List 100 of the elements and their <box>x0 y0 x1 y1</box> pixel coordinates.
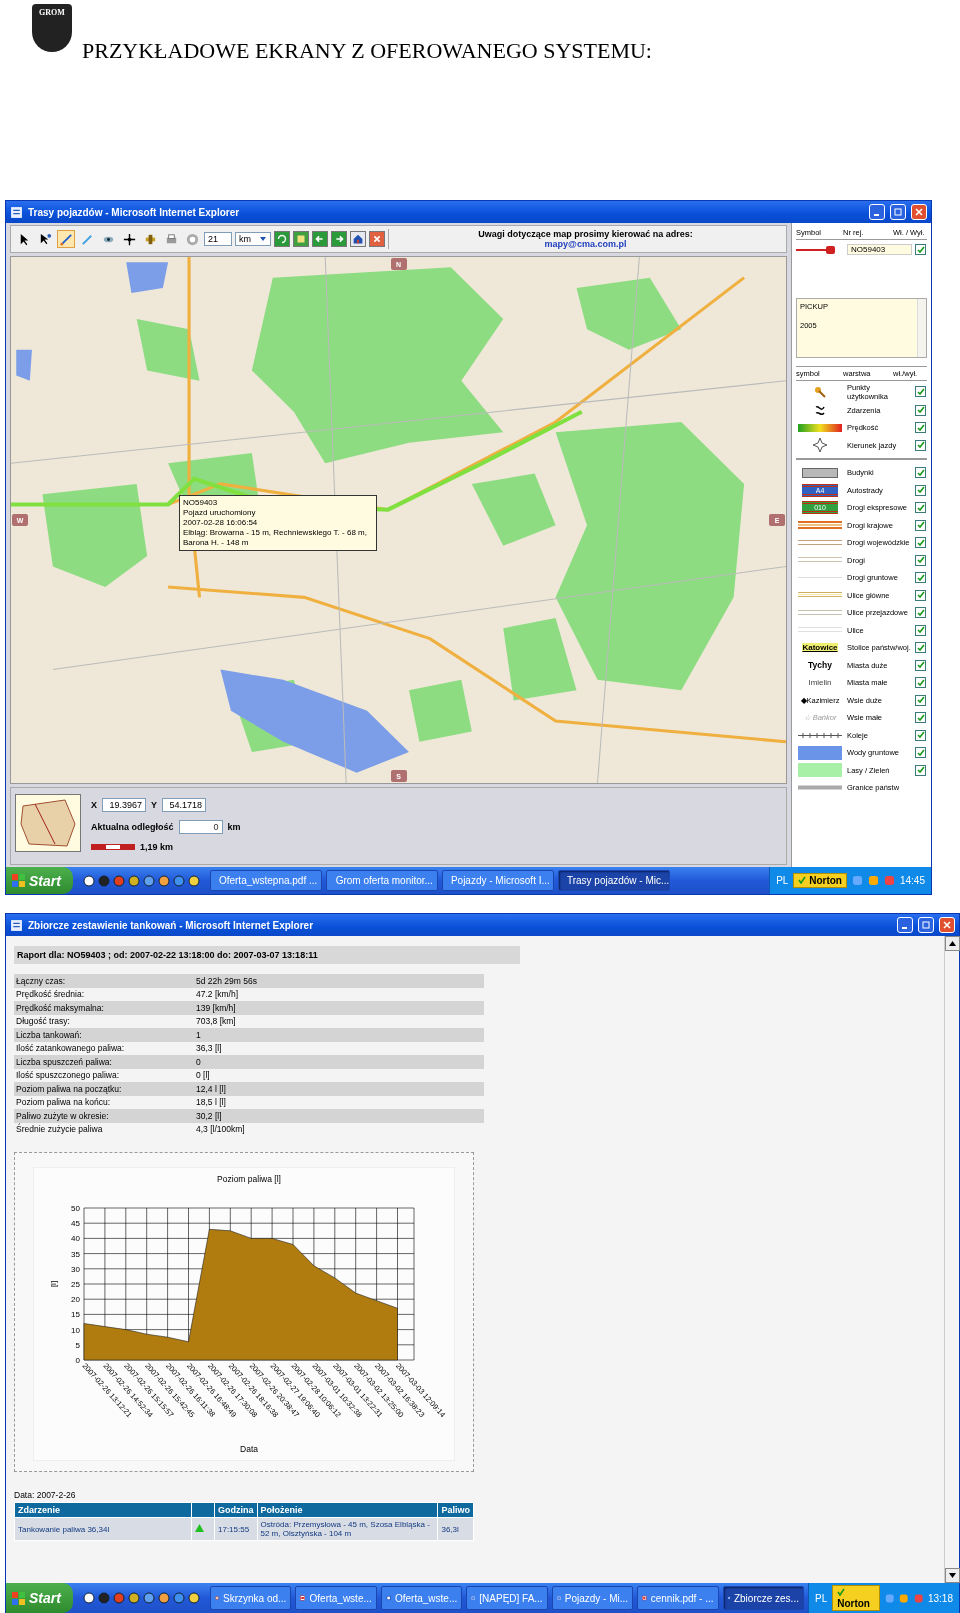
language-indicator[interactable]: PL <box>814 1592 828 1604</box>
compass-rose-icon <box>813 438 827 453</box>
clock: 14:45 <box>899 875 925 886</box>
checkbox[interactable] <box>915 659 926 671</box>
map-notice: Uwagi dotyczące map prosimy kierować na adres: <box>478 229 693 239</box>
y-tick-label: 50 <box>71 1204 80 1213</box>
start-button[interactable]: Start <box>6 1583 73 1613</box>
home-icon <box>351 232 365 246</box>
checkbox[interactable] <box>915 386 926 397</box>
y-coordinate-field[interactable]: 54.1718 <box>162 798 207 812</box>
maximize-button[interactable] <box>890 204 906 220</box>
checkbox[interactable] <box>915 422 926 434</box>
checkbox[interactable] <box>915 624 926 636</box>
forward-arrow-button[interactable] <box>331 231 347 247</box>
minimize-button[interactable] <box>897 917 913 933</box>
unit-dropdown[interactable]: km <box>235 232 271 246</box>
distance-field[interactable]: 0 <box>178 820 223 834</box>
language-indicator[interactable]: PL <box>776 875 789 886</box>
scale-bar-icon <box>91 844 135 850</box>
quick-launch-icon[interactable] <box>187 874 200 887</box>
y-tick-label: 30 <box>71 1264 80 1274</box>
quick-launch-icon[interactable] <box>127 874 140 887</box>
event-icon <box>814 404 826 417</box>
checkbox[interactable] <box>915 467 926 479</box>
minimap-drawing[interactable] <box>15 794 81 852</box>
taskbar-button[interactable]: Pojazdy - Microsoft I... <box>441 869 554 892</box>
checkbox[interactable] <box>915 747 926 759</box>
distance-input[interactable]: 21 <box>204 232 232 246</box>
quick-launch-icon[interactable] <box>187 1592 200 1604</box>
maximize-button[interactable] <box>918 917 934 933</box>
quick-launch-icon[interactable] <box>142 1592 155 1604</box>
x-coordinate-field[interactable]: 19.3967 <box>102 798 146 812</box>
quick-launch-icon[interactable] <box>157 874 170 887</box>
x-axis-label: Data <box>240 1444 258 1454</box>
table-cell: Tankowanie paliwa 36,34l <box>14 1517 192 1541</box>
checkbox[interactable] <box>915 712 926 724</box>
quick-launch-icon[interactable] <box>127 1592 140 1604</box>
stat-label: Średnie zużycie paliwa <box>16 1124 104 1135</box>
tooltip-text: 2007-02-28 16:06:54 <box>183 518 259 528</box>
disc-icon <box>184 231 200 247</box>
refresh-button[interactable] <box>274 231 290 247</box>
checkbox[interactable] <box>915 677 926 689</box>
stat-value: 47.2 [km/h] <box>196 989 240 1000</box>
taskbar-button[interactable]: Grom oferta monitor... <box>325 869 438 892</box>
close-button[interactable] <box>369 231 385 247</box>
antivirus-badge[interactable]: Norton <box>793 873 847 888</box>
scrollbar[interactable] <box>944 936 959 1583</box>
checkbox[interactable] <box>915 572 926 584</box>
scroll-down-button[interactable] <box>945 1568 960 1583</box>
column-header: Zdarzenie <box>14 1502 192 1518</box>
taskbar-button[interactable]: Oferta_wste... <box>380 1586 463 1610</box>
home-button[interactable] <box>350 231 366 247</box>
y-tick-label: 35 <box>71 1249 80 1259</box>
checkbox[interactable] <box>915 484 926 496</box>
email-link[interactable]: mapy@cma.com.pl <box>544 239 627 249</box>
taskbar-button[interactable]: Zbiorcze zes... <box>722 1586 804 1610</box>
checkbox[interactable] <box>915 404 926 416</box>
layers-button[interactable] <box>293 231 309 247</box>
checkbox[interactable] <box>915 537 926 549</box>
y-tick-label: 10 <box>71 1325 80 1335</box>
quick-launch-icon[interactable] <box>82 874 95 887</box>
taskbar-button[interactable]: [NAPĘD] FA... <box>466 1586 548 1610</box>
checkbox[interactable] <box>915 694 926 706</box>
scrollbar[interactable] <box>917 298 926 357</box>
checkbox[interactable] <box>915 519 926 531</box>
taskbar-button[interactable]: Pojazdy - Mi... <box>551 1586 634 1610</box>
taskbar-button[interactable]: cennik.pdf - ... <box>637 1586 719 1610</box>
speed-gradient-icon <box>798 423 842 432</box>
taskbar-button[interactable]: Trasy pojazdów - Mic... <box>557 869 670 892</box>
checkbox[interactable] <box>915 607 926 619</box>
checkbox[interactable] <box>915 554 926 566</box>
minimize-button[interactable] <box>869 204 885 220</box>
quick-launch-icon[interactable] <box>82 1592 95 1604</box>
back-arrow-button[interactable] <box>312 231 328 247</box>
checkbox[interactable] <box>915 439 926 451</box>
stat-label: Ilość zatankowanego paliwa: <box>16 1043 126 1054</box>
triangle-icon <box>195 1524 204 1532</box>
tooltip-text: NO59403 <box>183 498 219 508</box>
checkbox[interactable] <box>915 589 926 601</box>
checkbox[interactable] <box>915 764 926 776</box>
taskbar-button[interactable]: Oferta_wstepna.pdf ... <box>209 869 322 892</box>
quick-launch-icon[interactable] <box>157 1592 170 1604</box>
plate-field: NO59403 <box>847 244 912 256</box>
maximize-icon <box>922 921 930 929</box>
antivirus-badge[interactable]: Norton <box>832 1585 880 1611</box>
stat-value: 5d 22h 29m 56s <box>196 975 258 986</box>
checkbox[interactable] <box>915 729 926 741</box>
taskbar-button[interactable]: Oferta_wste... <box>295 1586 377 1610</box>
checkbox[interactable] <box>915 642 926 654</box>
road-line-icon <box>798 556 842 565</box>
scroll-up-button[interactable] <box>945 936 960 951</box>
checkbox[interactable] <box>915 502 926 514</box>
checkbox[interactable] <box>915 244 926 256</box>
ruler-tool-button[interactable] <box>57 230 75 248</box>
map-drawing[interactable] <box>11 257 786 783</box>
start-button[interactable]: Start <box>6 867 73 894</box>
stat-value: 0 <box>196 1056 202 1067</box>
windows-logo-icon <box>12 874 25 887</box>
taskbar-button[interactable]: Skrzynka od... <box>209 1586 292 1610</box>
quick-launch-icon[interactable] <box>142 874 155 887</box>
